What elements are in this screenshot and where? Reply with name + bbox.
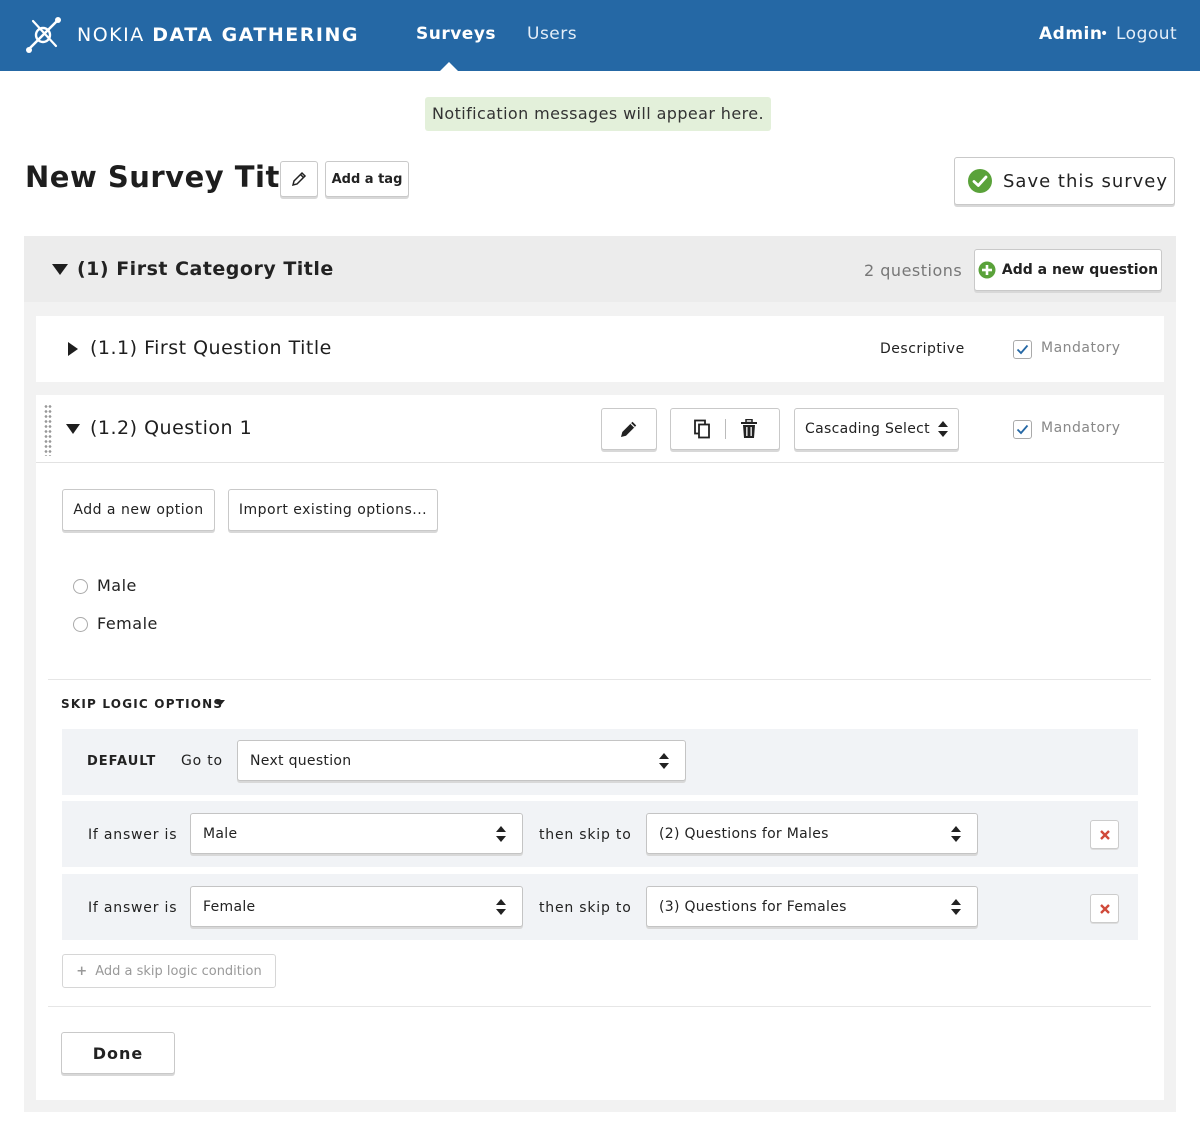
add-tag-button[interactable]: Add a tag [325, 161, 409, 197]
select-arrows-icon [496, 826, 506, 842]
if-answer-label: If answer is [88, 827, 178, 843]
notification-banner: Notification messages will appear here. [425, 97, 771, 131]
button-separator [724, 419, 726, 439]
add-skip-condition-button[interactable]: + Add a skip logic condition [62, 954, 276, 988]
active-nav-indicator [440, 62, 458, 71]
app-brand: NOKIA DATA GATHERING [77, 24, 359, 46]
nav-surveys[interactable]: Surveys [416, 24, 496, 44]
answer-select[interactable]: Female [190, 886, 523, 927]
skip-target-value: (3) Questions for Females [659, 898, 847, 915]
option-label: Female [97, 614, 158, 633]
default-label: DEFAULT [87, 754, 157, 769]
divider [48, 1006, 1151, 1007]
user-name[interactable]: Admin [1039, 24, 1102, 44]
answer-select[interactable]: Male [190, 813, 523, 854]
option-radio[interactable] [73, 579, 88, 594]
check-circle-icon [968, 169, 992, 193]
close-icon [1099, 829, 1110, 840]
pencil-icon [291, 171, 307, 187]
edit-question-button[interactable] [601, 408, 657, 450]
nav-users[interactable]: Users [527, 24, 577, 44]
add-skip-condition-label: Add a skip logic condition [95, 963, 262, 979]
skip-target-value: (2) Questions for Males [659, 825, 829, 842]
brand-bold-text: DATA GATHERING [152, 24, 359, 46]
skip-target-select[interactable]: (2) Questions for Males [646, 813, 978, 854]
collapse-triangle-icon[interactable] [66, 424, 80, 434]
save-survey-label: Save this survey [1003, 170, 1169, 192]
plus-circle-icon [978, 261, 996, 279]
mandatory-label: Mandatory [1041, 420, 1121, 436]
default-target-value: Next question [250, 752, 352, 769]
trash-icon[interactable] [740, 419, 758, 439]
plus-icon: + [76, 963, 88, 979]
question-title[interactable]: (1.2) Question 1 [90, 417, 252, 439]
question-type-select[interactable]: Cascading Select [794, 408, 959, 450]
question-type: Descriptive [880, 341, 965, 357]
answer-value: Female [203, 898, 256, 915]
option-label: Male [97, 576, 137, 595]
save-survey-button[interactable]: Save this survey [954, 157, 1175, 205]
select-arrows-icon [951, 899, 961, 915]
import-options-button[interactable]: Import existing options... [228, 489, 438, 531]
collapse-triangle-icon[interactable] [52, 264, 68, 275]
goto-label: Go to [181, 753, 223, 769]
divider [48, 679, 1151, 680]
mandatory-label: Mandatory [1041, 340, 1121, 356]
question-count: 2 questions [864, 261, 963, 280]
drag-handle-icon[interactable] [44, 404, 52, 456]
edit-title-button[interactable] [280, 161, 318, 197]
close-icon [1099, 903, 1110, 914]
duplicate-icon[interactable] [693, 419, 711, 439]
select-arrows-icon [659, 753, 669, 769]
pencil-icon [621, 421, 637, 437]
logout-link[interactable]: Logout [1116, 24, 1177, 44]
default-target-select[interactable]: Next question [237, 740, 686, 781]
checkmark-icon [1016, 424, 1029, 435]
add-option-button[interactable]: Add a new option [62, 489, 215, 531]
select-arrows-icon [937, 421, 948, 437]
nav-separator: • [1100, 26, 1109, 42]
brand-light-text: NOKIA [77, 24, 153, 46]
mandatory-checkbox[interactable] [1013, 420, 1032, 439]
expand-triangle-icon[interactable] [68, 342, 78, 356]
select-arrows-icon [496, 899, 506, 915]
select-arrows-icon [951, 826, 961, 842]
answer-value: Male [203, 825, 238, 842]
add-question-button[interactable]: Add a new question [974, 249, 1162, 291]
checkmark-icon [1016, 344, 1029, 355]
option-radio[interactable] [73, 617, 88, 632]
divider [36, 462, 1164, 463]
done-button[interactable]: Done [61, 1032, 175, 1074]
mandatory-checkbox[interactable] [1013, 340, 1032, 359]
question-type-value: Cascading Select [805, 421, 930, 437]
skip-logic-toggle[interactable]: SKIP LOGIC OPTIONS [61, 697, 223, 711]
caret-down-icon[interactable] [215, 700, 225, 706]
skip-target-select[interactable]: (3) Questions for Females [646, 886, 978, 927]
then-skip-label: then skip to [539, 827, 632, 843]
remove-rule-button[interactable] [1090, 820, 1119, 849]
category-title[interactable]: (1) First Category Title [77, 258, 334, 280]
remove-rule-button[interactable] [1090, 894, 1119, 923]
survey-title: New Survey Title [25, 160, 311, 194]
add-question-label: Add a new question [1001, 262, 1159, 278]
then-skip-label: then skip to [539, 900, 632, 916]
nokia-logo-icon [26, 17, 61, 53]
question-actions-group [670, 408, 780, 450]
if-answer-label: If answer is [88, 900, 178, 916]
question-title[interactable]: (1.1) First Question Title [90, 337, 332, 359]
